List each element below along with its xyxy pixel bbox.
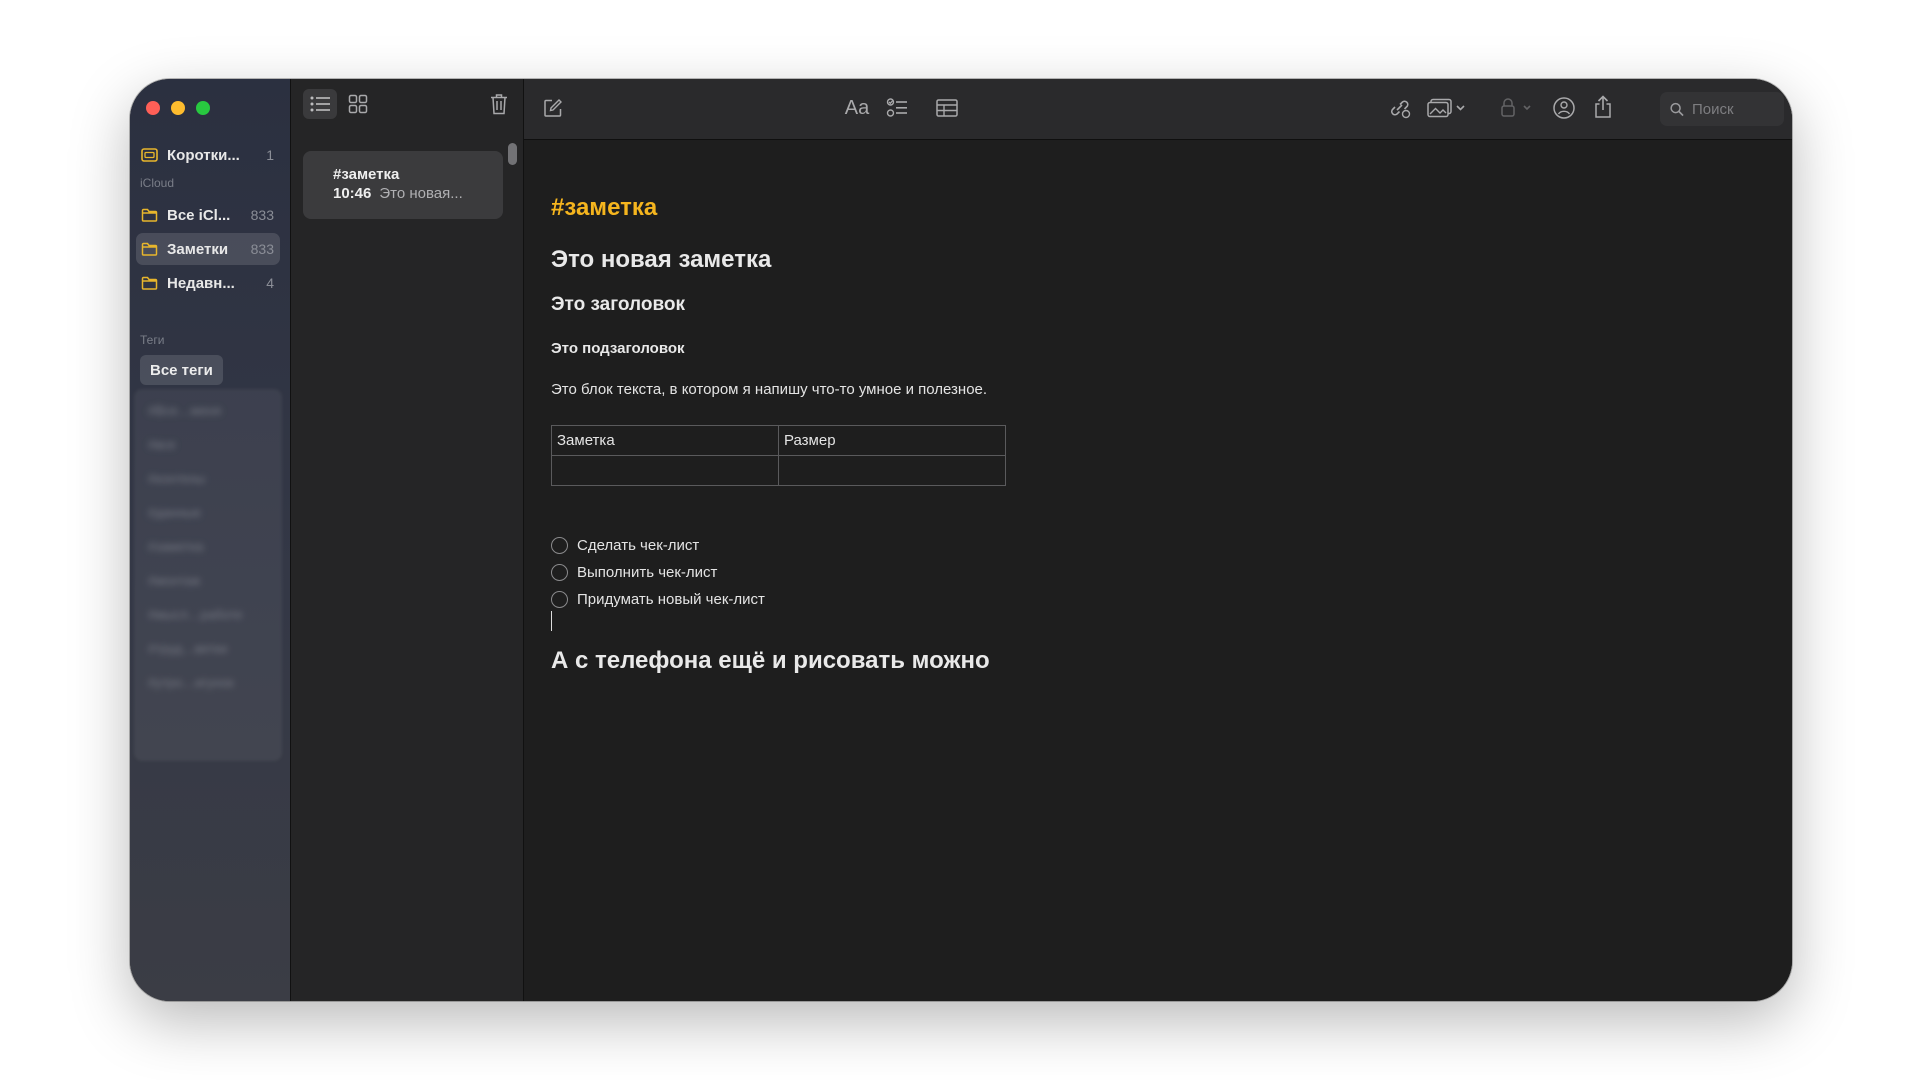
tag-chip[interactable]: #утро…игунок <box>148 675 258 695</box>
editor-toolbar: Aa <box>524 79 1792 140</box>
table-cell[interactable] <box>778 455 1006 486</box>
section-icloud: iCloud <box>140 176 175 190</box>
note-item-time: 10:46 <box>333 185 372 202</box>
table-header-row: Заметка Размер <box>551 425 1006 456</box>
note-list-item[interactable]: #заметка 10:46 Это новая... <box>303 151 503 219</box>
grid-icon <box>348 94 368 114</box>
table-header-cell[interactable]: Размер <box>778 425 1006 456</box>
gallery-view-button[interactable] <box>343 89 373 119</box>
link-icon <box>1391 100 1411 119</box>
note-item-preview: Это новая... <box>379 185 463 202</box>
sidebar-item-label: Заметки <box>167 240 229 258</box>
new-note-button[interactable] <box>538 93 568 123</box>
search-input[interactable] <box>1690 99 1784 119</box>
quick-note-icon <box>141 148 158 162</box>
sidebar-item-quick-notes[interactable]: Коротки... 1 <box>136 139 280 171</box>
note-table[interactable]: Заметка Размер <box>551 425 1006 486</box>
table-button[interactable] <box>932 93 962 123</box>
tag-chip[interactable]: #монтаж <box>148 573 258 593</box>
checkbox[interactable] <box>551 564 568 581</box>
sidebar-item-label: Все iCl... <box>167 206 231 224</box>
media-menu-button[interactable] <box>1424 93 1470 123</box>
delete-button[interactable] <box>485 89 513 119</box>
folder-icon <box>141 242 158 256</box>
sidebar-item-count: 1 <box>266 147 274 163</box>
folder-icon <box>141 276 158 290</box>
tag-chip[interactable]: #данные <box>148 505 258 525</box>
tags-list-blurred: #Все…меня #все #контены #данные #заметка… <box>134 389 282 761</box>
checkbox[interactable] <box>551 591 568 608</box>
list-scrollbar[interactable] <box>508 143 517 165</box>
tag-chip[interactable]: #контены <box>148 471 258 491</box>
search-field[interactable] <box>1660 92 1784 126</box>
list-toolbar <box>291 79 523 139</box>
trash-icon <box>491 94 507 115</box>
search-icon <box>1670 102 1684 116</box>
note-item-title: #заметка <box>333 166 400 183</box>
share-button[interactable] <box>1588 91 1618 123</box>
tag-chip[interactable]: #мысл…работе <box>148 607 258 627</box>
checkbox[interactable] <box>551 537 568 554</box>
note-subheading: Это подзаголовок <box>551 340 685 357</box>
lock-menu-button[interactable] <box>1496 93 1536 123</box>
folder-icon <box>141 208 158 222</box>
all-tags-chip[interactable]: Все теги <box>140 355 223 385</box>
share-icon <box>1595 95 1611 118</box>
traffic-lights <box>146 101 210 115</box>
checklist: Сделать чек-лист Выполнить чек-лист Прид… <box>551 532 765 613</box>
table-icon <box>936 99 958 117</box>
notes-window: Коротки... 1 iCloud Все iCl... 833 Замет… <box>130 79 1792 1001</box>
sidebar-item-notes[interactable]: Заметки 833 <box>136 233 280 265</box>
sidebar: Коротки... 1 iCloud Все iCl... 833 Замет… <box>130 79 291 1001</box>
note-body-text: Это блок текста, в котором я напишу что-… <box>551 381 988 398</box>
checklist-item-label: Сделать чек-лист <box>577 537 700 554</box>
sidebar-item-all-icloud[interactable]: Все iCl... 833 <box>136 199 280 231</box>
sidebar-item-count: 833 <box>250 207 274 223</box>
tag-chip[interactable]: #все <box>148 437 258 457</box>
list-icon <box>310 96 330 112</box>
table-cell[interactable] <box>551 455 779 486</box>
tag-chip[interactable]: #Все…меня <box>148 403 258 423</box>
sidebar-item-count: 4 <box>266 275 274 291</box>
photo-icon <box>1427 98 1465 118</box>
note-footer-heading: А с телефона ещё и рисовать можно <box>551 647 990 674</box>
checklist-item: Придумать новый чек-лист <box>551 586 765 613</box>
zoom-button[interactable] <box>196 101 210 115</box>
compose-icon <box>544 99 562 117</box>
section-tags: Теги <box>140 333 165 347</box>
share-collaborate-button[interactable] <box>1548 93 1580 123</box>
list-view-button[interactable] <box>303 89 337 119</box>
note-hashtag[interactable]: #заметка <box>551 194 657 222</box>
checklist-button[interactable] <box>882 93 912 123</box>
sidebar-item-label: Коротки... <box>167 146 240 164</box>
checklist-item: Сделать чек-лист <box>551 532 765 559</box>
note-heading: Это заголовок <box>551 294 685 315</box>
sidebar-item-label: Недавн... <box>167 274 235 292</box>
table-header-cell[interactable]: Заметка <box>551 425 779 456</box>
sidebar-item-count: 833 <box>250 241 274 257</box>
format-button[interactable]: Aa <box>840 93 874 123</box>
text-cursor <box>551 611 552 631</box>
note-editor: Aa Поиск #заметка Это новая заметка Это … <box>524 79 1792 1001</box>
sidebar-item-recently-deleted[interactable]: Недавн... 4 <box>136 267 280 299</box>
collaborate-link-button[interactable] <box>1384 93 1416 123</box>
note-title: Это новая заметка <box>551 246 772 273</box>
checklist-item: Выполнить чек-лист <box>551 559 765 586</box>
tag-chip[interactable]: #заметка <box>148 539 258 559</box>
checklist-item-label: Выполнить чек-лист <box>577 564 718 581</box>
close-button[interactable] <box>146 101 160 115</box>
note-list-column: #заметка 10:46 Это новая... <box>291 79 524 1001</box>
checklist-icon <box>886 98 907 117</box>
table-row <box>551 455 1006 486</box>
collaborate-icon <box>1553 97 1575 119</box>
tag-chip[interactable]: #труд…ветки <box>148 641 258 661</box>
note-item-meta: 10:46 Это новая... <box>333 185 463 202</box>
checklist-item-label: Придумать новый чек-лист <box>577 591 765 608</box>
minimize-button[interactable] <box>171 101 185 115</box>
lock-icon <box>1501 98 1531 117</box>
